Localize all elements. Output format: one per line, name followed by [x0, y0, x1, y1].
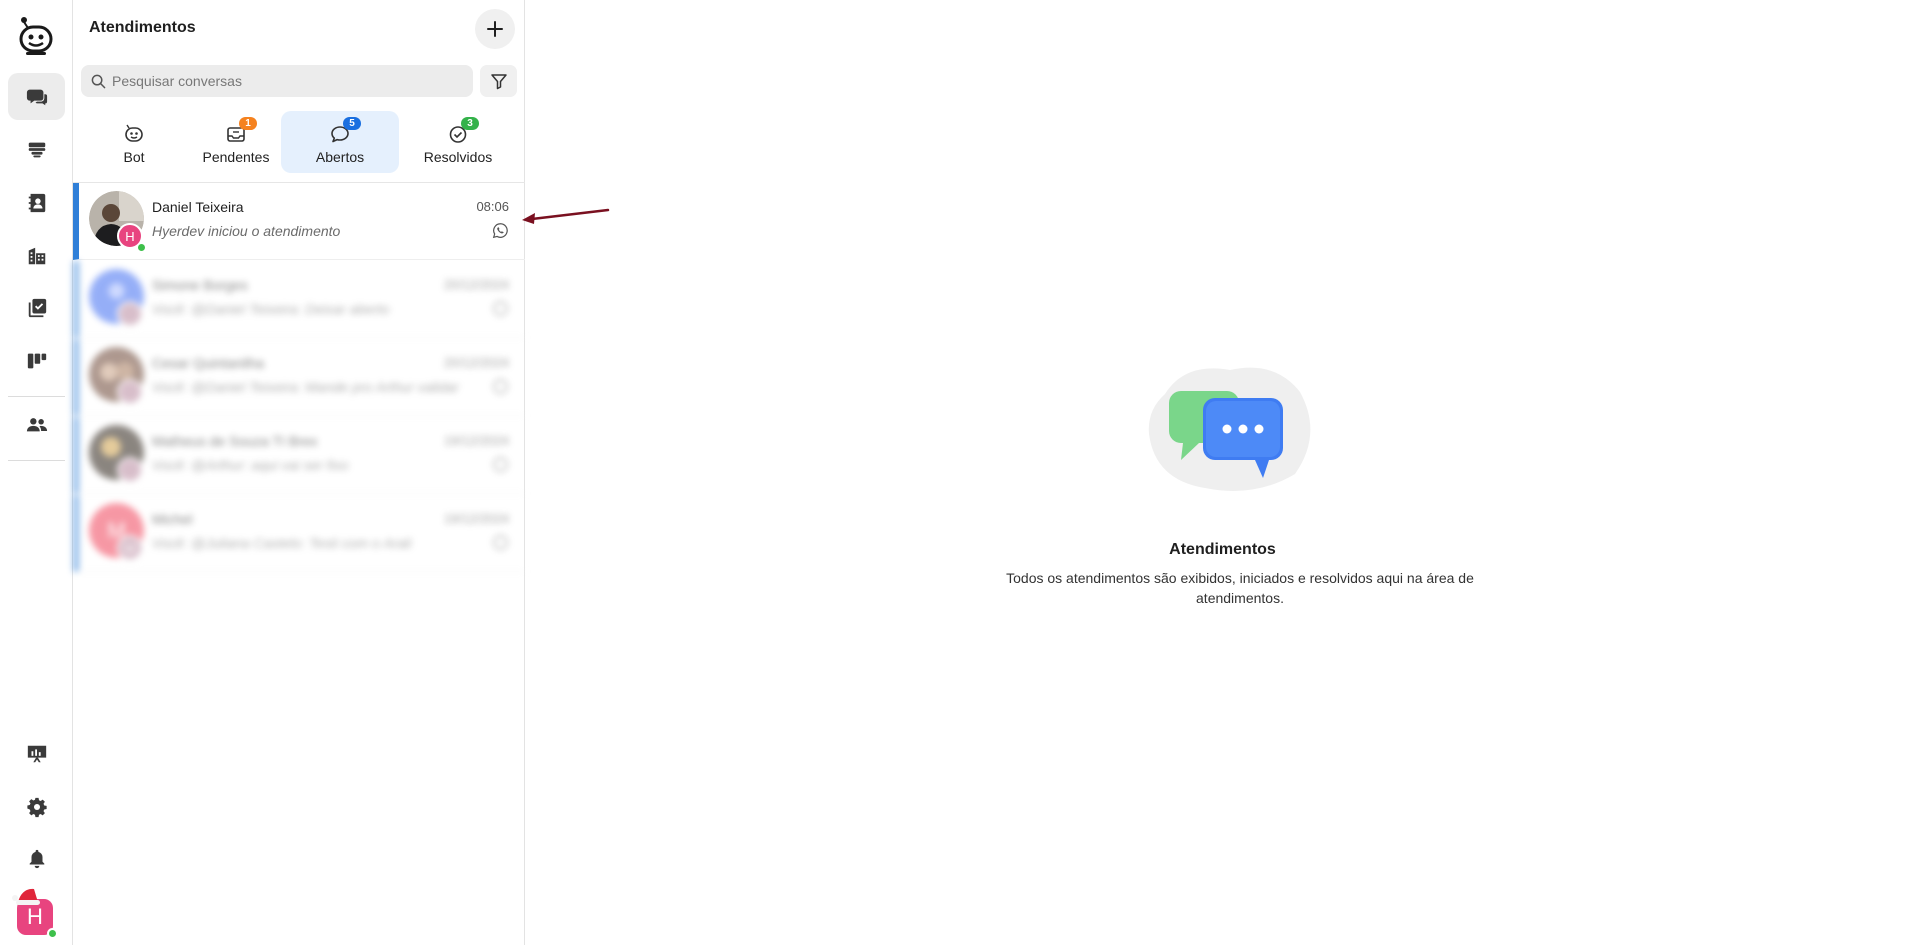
rail-companies-button[interactable] [8, 232, 65, 279]
rail-chats-button[interactable] [8, 73, 65, 120]
rail-divider [8, 396, 65, 397]
santa-hat-icon [12, 888, 40, 905]
agent-avatar [117, 379, 143, 405]
tab-pendentes[interactable]: 1 Pendentes [177, 111, 295, 173]
online-indicator [137, 243, 146, 252]
empty-state: Atendimentos Todos os atendimentos são e… [525, 0, 1920, 945]
app-root: H Atendimentos Bot [0, 0, 1920, 945]
conversation-item[interactable]: M M Michel 19/12/2024 Você: @Juliana Cas… [73, 495, 525, 572]
filter-icon [490, 74, 507, 90]
conversation-panel: Atendimentos Bot 1 Pendentes [73, 0, 525, 945]
conversation-time: 19/12/2024 [443, 433, 509, 448]
agent-avatar: M [117, 535, 143, 561]
team-icon [26, 417, 47, 431]
tab-abertos[interactable]: 5 Abertos [281, 111, 399, 173]
contact-name: Cesar Quintanilha [152, 355, 265, 371]
rail-kanban-button[interactable] [8, 337, 65, 384]
chat-icon [26, 89, 47, 105]
rail-contacts-button[interactable] [8, 179, 65, 226]
open-count-badge: 5 [343, 117, 361, 130]
conversation-time: 08:06 [476, 199, 509, 214]
kanban-icon [27, 353, 46, 368]
empty-state-description: Todos os atendimentos são exibidos, inic… [1006, 570, 1474, 606]
left-rail: H [0, 0, 73, 945]
conversation-item[interactable]: Cesar Quintanilha 20/12/2024 Você: @Dani… [73, 339, 525, 416]
panel-title: Atendimentos [89, 19, 196, 36]
conversation-item[interactable]: H Daniel Teixeira 08:06 Hyerdev iniciou … [73, 183, 525, 260]
resolved-count-badge: 3 [461, 117, 479, 130]
last-message: Você: @Daniel Teixeira: Deixar aberto [152, 301, 390, 317]
rail-dashboard-button[interactable] [8, 730, 65, 777]
presentation-chart-icon [27, 745, 46, 762]
last-message: Hyerdev iniciou o atendimento [152, 223, 341, 239]
user-avatar[interactable]: H [12, 888, 58, 939]
contact-name: Daniel Teixeira [152, 199, 244, 215]
last-message: Você: @Daniel Teixeira: Mande pro Arthur… [152, 379, 459, 395]
conversation-item[interactable]: Simone Borges 20/12/2024 Você: @Daniel T… [73, 261, 525, 338]
contact-name: Matheus de Souza TI Brex [152, 433, 318, 449]
pending-count-badge: 1 [239, 117, 257, 130]
plus-icon [487, 21, 503, 37]
rail-tasks-button[interactable] [8, 284, 65, 331]
filter-button[interactable] [480, 65, 517, 97]
whatsapp-icon [493, 301, 508, 316]
online-indicator [47, 928, 58, 939]
conversation-time: 20/12/2024 [443, 355, 509, 370]
rail-queues-button[interactable] [8, 126, 65, 173]
chat-bubbles-illustration [1148, 367, 1311, 491]
rail-team-button[interactable] [8, 401, 65, 448]
empty-state-title: Atendimentos [1169, 541, 1276, 558]
tab-label: Pendentes [202, 149, 270, 165]
rail-divider [8, 460, 65, 461]
last-message: Você: @Arthur: aqui vai ser fixo [152, 457, 349, 473]
agent-avatar [117, 457, 143, 483]
whatsapp-icon [493, 379, 508, 394]
tab-resolvidos[interactable]: 3 Resolvidos [399, 111, 517, 173]
bot-icon [125, 124, 143, 142]
whatsapp-icon [493, 457, 508, 472]
conversation-item[interactable]: Matheus de Souza TI Brex 19/12/2024 Você… [73, 417, 525, 494]
tab-label: Abertos [315, 149, 365, 165]
new-conversation-button[interactable] [475, 9, 515, 49]
building-icon [28, 247, 45, 264]
stack-icon [28, 142, 45, 157]
tab-label: Resolvidos [423, 149, 493, 165]
contact-book-icon [28, 193, 45, 212]
agent-avatar [117, 301, 143, 327]
task-check-icon [28, 298, 46, 317]
status-tabs: Bot 1 Pendentes 5 Abertos 3 Resolvidos [73, 111, 525, 175]
whatsapp-icon [492, 223, 508, 239]
search-box [81, 65, 473, 97]
conversation-time: 19/12/2024 [443, 511, 509, 526]
app-logo[interactable] [18, 16, 54, 56]
search-input[interactable] [112, 73, 452, 89]
rail-settings-button[interactable] [8, 783, 65, 830]
conversation-time: 20/12/2024 [443, 277, 509, 292]
tab-bot[interactable]: Bot [75, 111, 193, 173]
whatsapp-icon [493, 535, 508, 550]
rail-notifications-button[interactable] [8, 835, 65, 882]
gear-icon [26, 797, 47, 817]
contact-name: Michel [152, 511, 193, 527]
last-message: Você: @Juliana Castelo: Testi com o Aral… [152, 535, 412, 551]
bell-icon [29, 849, 44, 868]
tab-label: Bot [123, 149, 145, 165]
contact-name: Simone Borges [152, 277, 248, 293]
search-icon [91, 74, 106, 88]
